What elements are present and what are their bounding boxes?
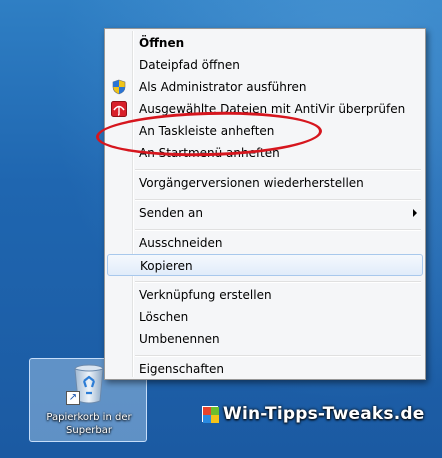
- menu-item-label: Verknüpfung erstellen: [139, 288, 272, 302]
- menu-item-label: Öffnen: [139, 36, 185, 50]
- windows-logo-icon: [202, 406, 219, 423]
- menu-separator: [135, 229, 421, 231]
- menu-item-label: Senden an: [139, 206, 203, 220]
- menu-item-label: Kopieren: [140, 259, 193, 273]
- menu-separator: [135, 281, 421, 283]
- menu-item-label: Vorgängerversionen wiederherstellen: [139, 176, 364, 190]
- menu-item-kopieren[interactable]: Kopieren: [107, 254, 423, 276]
- menu-separator: [135, 169, 421, 171]
- shortcut-arrow-icon: ↗: [66, 391, 80, 405]
- menu-item-an-taskleiste-anheften[interactable]: An Taskleiste anheften: [107, 120, 423, 142]
- menu-item-loeschen[interactable]: Löschen: [107, 306, 423, 328]
- menu-item-senden-an[interactable]: Senden an: [107, 202, 423, 224]
- menu-item-label: Als Administrator ausführen: [139, 80, 307, 94]
- menu-separator: [135, 199, 421, 201]
- menu-item-an-startmenue-anheften[interactable]: An Startmenü anheften: [107, 142, 423, 164]
- menu-item-dateipfad-oeffnen[interactable]: Dateipfad öffnen: [107, 54, 423, 76]
- submenu-arrow-icon: [413, 209, 417, 217]
- menu-item-label: Eigenschaften: [139, 362, 225, 376]
- menu-item-label: Umbenennen: [139, 332, 220, 346]
- menu-separator: [135, 355, 421, 357]
- menu-item-oeffnen[interactable]: Öffnen: [107, 32, 423, 54]
- menu-item-label: Ausgewählte Dateien mit AntiVir überprüf…: [139, 102, 406, 116]
- watermark: Win-Tipps-Tweaks.de: [202, 402, 425, 426]
- menu-item-vorgaengerversionen[interactable]: Vorgängerversionen wiederherstellen: [107, 172, 423, 194]
- menu-item-label: Löschen: [139, 310, 189, 324]
- menu-item-label: An Taskleiste anheften: [139, 124, 275, 138]
- menu-item-verknuepfung-erstellen[interactable]: Verknüpfung erstellen: [107, 284, 423, 306]
- context-menu: Öffnen Dateipfad öffnen Als Administrato…: [104, 28, 426, 380]
- menu-item-label: An Startmenü anheften: [139, 146, 280, 160]
- antivir-umbrella-icon: [111, 101, 127, 117]
- menu-item-umbenennen[interactable]: Umbenennen: [107, 328, 423, 350]
- menu-item-ausschneiden[interactable]: Ausschneiden: [107, 232, 423, 254]
- desktop-icon-label: Papierkorb in der Superbar: [46, 412, 132, 436]
- menu-item-als-administrator[interactable]: Als Administrator ausführen: [107, 76, 423, 98]
- menu-item-label: Ausschneiden: [139, 236, 223, 250]
- menu-item-label: Dateipfad öffnen: [139, 58, 240, 72]
- watermark-text: Win-Tipps-Tweaks.de: [223, 404, 425, 424]
- menu-item-antivir[interactable]: Ausgewählte Dateien mit AntiVir überprüf…: [107, 98, 423, 120]
- menu-item-eigenschaften[interactable]: Eigenschaften: [107, 358, 423, 380]
- uac-shield-icon: [112, 79, 126, 95]
